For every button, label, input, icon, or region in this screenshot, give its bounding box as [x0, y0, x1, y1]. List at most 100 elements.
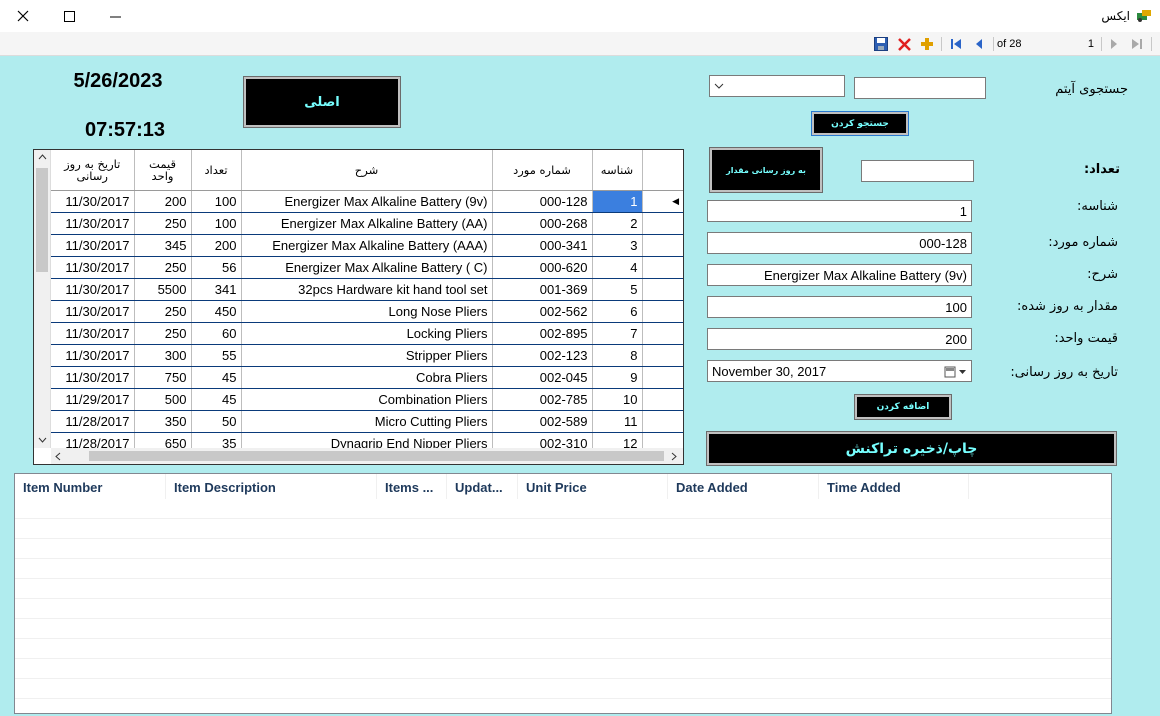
- add-button[interactable]: اضافه کردن: [854, 394, 952, 420]
- cell-qty[interactable]: 45: [191, 366, 242, 389]
- col-item-number[interactable]: Item Number: [15, 474, 166, 499]
- scroll-down-icon[interactable]: [38, 437, 47, 443]
- cell-date[interactable]: 11/30/2017: [51, 212, 135, 235]
- header-unit-price[interactable]: قیمت واحد: [134, 150, 192, 191]
- items-grid[interactable]: تاریخ به روز رسانی قیمت واحد تعداد شرح ش…: [33, 149, 684, 465]
- cell-price[interactable]: 300: [134, 344, 192, 367]
- move-previous-button[interactable]: [970, 35, 988, 53]
- table-row[interactable]: 11/30/2017 250 450 Long Nose Pliers 002-…: [51, 300, 683, 323]
- row-selector[interactable]: [642, 388, 683, 411]
- cell-description[interactable]: 32pcs Hardware kit hand tool set: [241, 278, 493, 301]
- position-input[interactable]: 1: [1034, 35, 1096, 53]
- header-quantity[interactable]: تعداد: [191, 150, 242, 191]
- row-selector[interactable]: ◀: [642, 190, 683, 213]
- cell-qty[interactable]: 100: [191, 190, 242, 213]
- search-column-select[interactable]: [709, 75, 845, 97]
- cell-date[interactable]: 11/30/2017: [51, 256, 135, 279]
- grid-horizontal-scrollbar[interactable]: [51, 448, 683, 464]
- cell-price[interactable]: 750: [134, 366, 192, 389]
- cell-price[interactable]: 345: [134, 234, 192, 257]
- calendar-icon[interactable]: [944, 366, 968, 378]
- cell-price[interactable]: 500: [134, 388, 192, 411]
- col-time-added[interactable]: Time Added: [819, 474, 969, 499]
- header-update-date[interactable]: تاریخ به روز رسانی: [51, 150, 135, 191]
- table-row[interactable]: 11/30/2017 200 100 Energizer Max Alkalin…: [51, 190, 683, 213]
- print-save-transaction-button[interactable]: چاپ/ذخیره تراکنش: [706, 431, 1117, 466]
- cell-description[interactable]: Energizer Max Alkaline Battery ( C): [241, 256, 493, 279]
- item-number-field[interactable]: 000-128: [707, 232, 972, 254]
- move-last-button[interactable]: [1128, 35, 1146, 53]
- cell-id[interactable]: 7: [592, 322, 643, 345]
- cell-item-number[interactable]: 000-268: [492, 212, 593, 235]
- cell-description[interactable]: Energizer Max Alkaline Battery (AA): [241, 212, 493, 235]
- cell-id[interactable]: 5: [592, 278, 643, 301]
- cell-item-number[interactable]: 000-341: [492, 234, 593, 257]
- cell-price[interactable]: 250: [134, 212, 192, 235]
- update-quantity-button[interactable]: به روز رسانی مقدار: [709, 147, 823, 193]
- row-selector[interactable]: [642, 278, 683, 301]
- updated-qty-field[interactable]: 100: [707, 296, 972, 318]
- row-selector[interactable]: [642, 256, 683, 279]
- grid-horizontal-scroll-thumb[interactable]: [89, 451, 664, 461]
- cell-item-number[interactable]: 002-123: [492, 344, 593, 367]
- cell-id[interactable]: 9: [592, 366, 643, 389]
- scroll-up-icon[interactable]: [38, 154, 47, 160]
- cell-id[interactable]: 3: [592, 234, 643, 257]
- cell-description[interactable]: Micro Cutting Pliers: [241, 410, 493, 433]
- row-selector[interactable]: [642, 234, 683, 257]
- cell-item-number[interactable]: 002-562: [492, 300, 593, 323]
- cell-qty[interactable]: 200: [191, 234, 242, 257]
- cell-item-number[interactable]: 002-045: [492, 366, 593, 389]
- grid-vertical-scrollbar[interactable]: [34, 150, 51, 448]
- table-row[interactable]: 11/30/2017 250 60 Locking Pliers 002-895…: [51, 322, 683, 345]
- cell-qty[interactable]: 55: [191, 344, 242, 367]
- header-description[interactable]: شرح: [241, 150, 493, 191]
- cell-id[interactable]: 11: [592, 410, 643, 433]
- update-date-picker[interactable]: November 30, 2017: [707, 360, 972, 382]
- cell-description[interactable]: Energizer Max Alkaline Battery (9v): [241, 190, 493, 213]
- search-button[interactable]: جستجو کردن: [811, 111, 909, 136]
- row-selector[interactable]: [642, 322, 683, 345]
- delete-button[interactable]: [895, 35, 913, 53]
- cell-description[interactable]: Stripper Pliers: [241, 344, 493, 367]
- cell-date[interactable]: 11/30/2017: [51, 322, 135, 345]
- cell-price[interactable]: 250: [134, 322, 192, 345]
- cell-price[interactable]: 5500: [134, 278, 192, 301]
- cell-id[interactable]: 6: [592, 300, 643, 323]
- cell-description[interactable]: Combination Pliers: [241, 388, 493, 411]
- cell-item-number[interactable]: 001-369: [492, 278, 593, 301]
- cell-id[interactable]: 2: [592, 212, 643, 235]
- row-selector[interactable]: [642, 344, 683, 367]
- cell-item-number[interactable]: 002-895: [492, 322, 593, 345]
- cell-id[interactable]: 8: [592, 344, 643, 367]
- table-row[interactable]: 11/29/2017 500 45 Combination Pliers 002…: [51, 388, 683, 411]
- scroll-right-icon[interactable]: [671, 452, 677, 461]
- cell-item-number[interactable]: 002-589: [492, 410, 593, 433]
- search-input[interactable]: [854, 77, 986, 99]
- col-date-added[interactable]: Date Added: [668, 474, 819, 499]
- table-row[interactable]: 11/28/2017 350 50 Micro Cutting Pliers 0…: [51, 410, 683, 433]
- cell-date[interactable]: 11/30/2017: [51, 234, 135, 257]
- cell-id[interactable]: 10: [592, 388, 643, 411]
- table-row[interactable]: 11/30/2017 250 56 Energizer Max Alkaline…: [51, 256, 683, 279]
- cell-date[interactable]: 11/30/2017: [51, 366, 135, 389]
- cell-price[interactable]: 350: [134, 410, 192, 433]
- minimize-window-button[interactable]: [92, 0, 138, 32]
- table-row[interactable]: 11/30/2017 5500 341 32pcs Hardware kit h…: [51, 278, 683, 301]
- transactions-list[interactable]: Item Number Item Description Items ... U…: [14, 473, 1112, 714]
- scroll-left-icon[interactable]: [55, 452, 61, 461]
- header-id[interactable]: شناسه: [592, 150, 643, 191]
- id-field[interactable]: 1: [707, 200, 972, 222]
- table-row[interactable]: 11/30/2017 750 45 Cobra Pliers 002-045 9: [51, 366, 683, 389]
- cell-item-number[interactable]: 000-128: [492, 190, 593, 213]
- cell-qty[interactable]: 100: [191, 212, 242, 235]
- cell-qty[interactable]: 60: [191, 322, 242, 345]
- description-field[interactable]: Energizer Max Alkaline Battery (9v): [707, 264, 972, 286]
- main-menu-button[interactable]: اصلی: [243, 76, 401, 128]
- unit-price-field[interactable]: 200: [707, 328, 972, 350]
- row-selector[interactable]: [642, 410, 683, 433]
- cell-description[interactable]: Energizer Max Alkaline Battery (AAA): [241, 234, 493, 257]
- cell-price[interactable]: 250: [134, 300, 192, 323]
- cell-date[interactable]: 11/30/2017: [51, 278, 135, 301]
- col-unit-price[interactable]: Unit Price: [518, 474, 668, 499]
